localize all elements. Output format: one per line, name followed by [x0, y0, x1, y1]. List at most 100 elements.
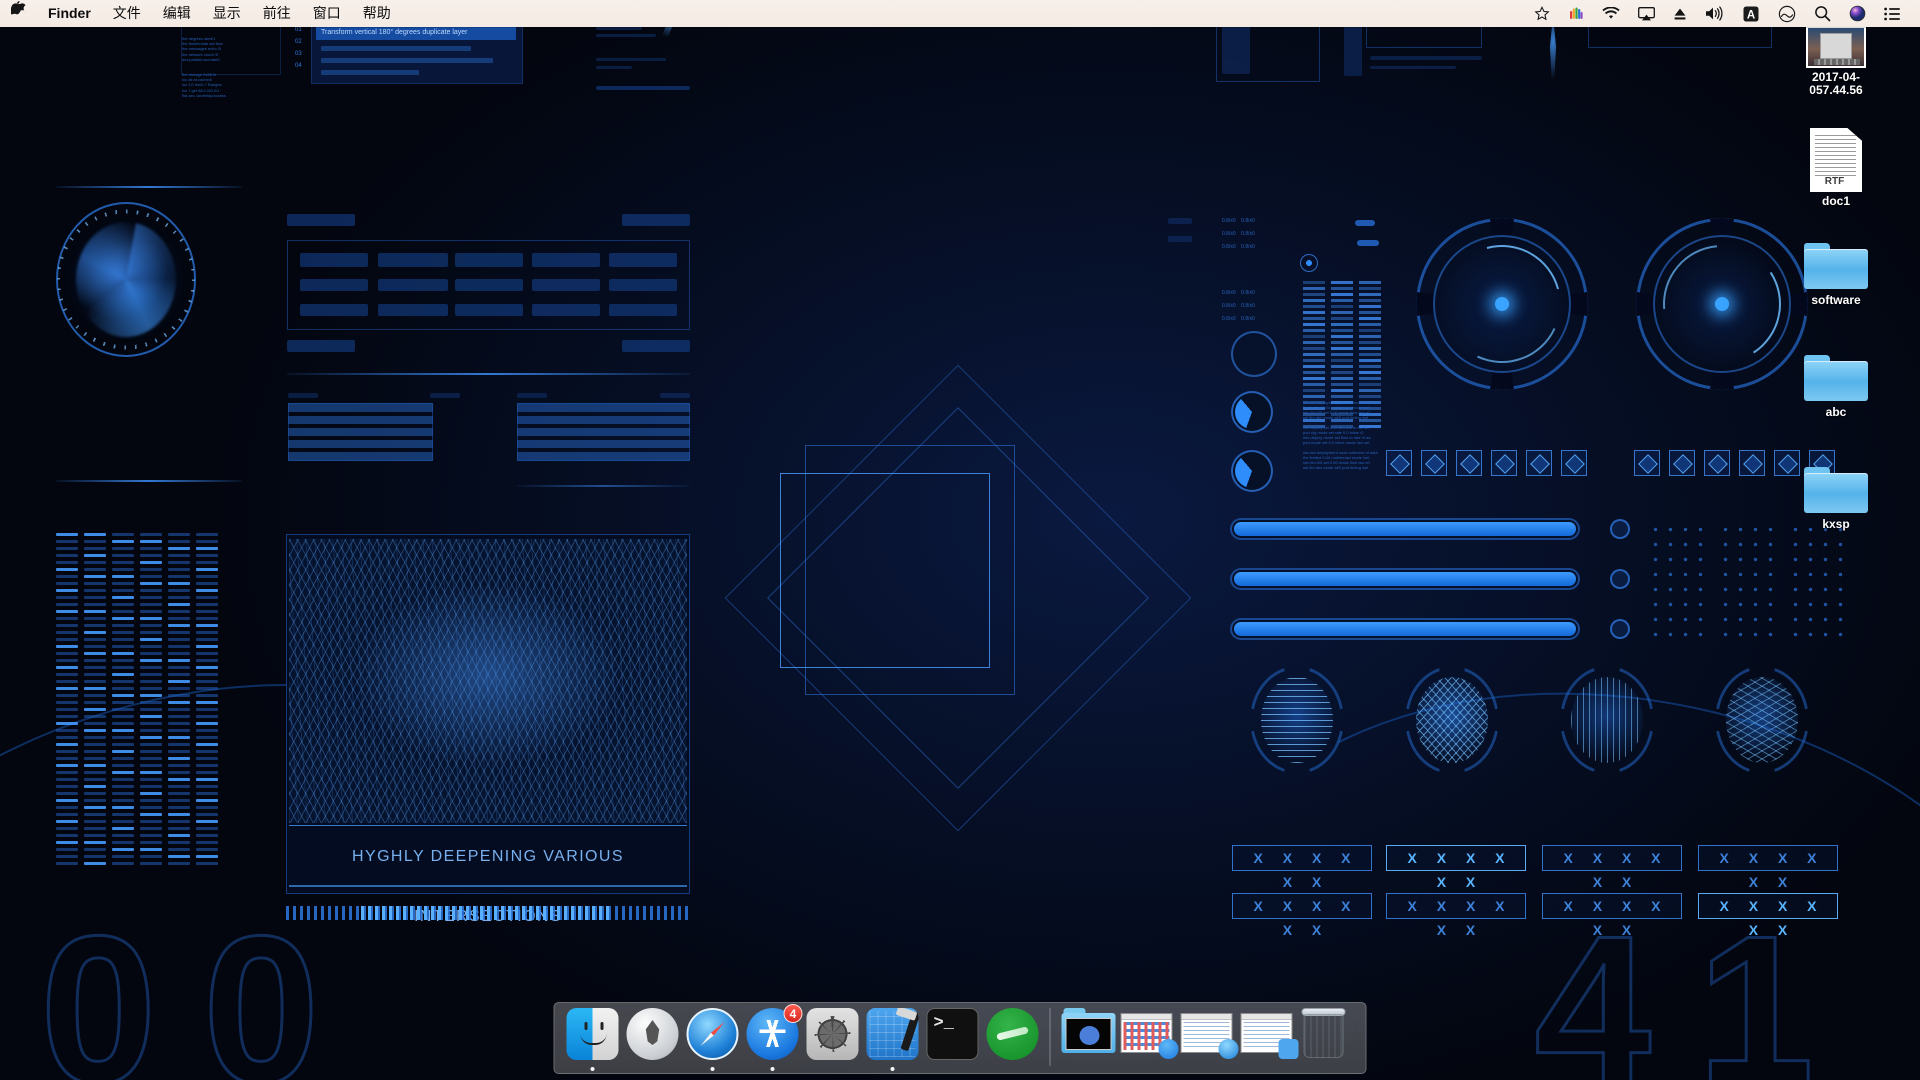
wallpaper-x-cell: X X X X X X [1232, 893, 1372, 938]
wallpaper-x-cell: X X X X X X [1698, 893, 1838, 938]
system-preferences-icon [806, 1008, 859, 1060]
wallpaper-table-footer-left [287, 340, 355, 352]
menu-item-window[interactable]: 窗口 [302, 0, 352, 27]
wallpaper-diamond-cell [1704, 450, 1730, 476]
minimized-window-icon [1120, 1013, 1179, 1059]
dock-item-system-preferences[interactable] [803, 1001, 863, 1073]
wallpaper-top-strip-d [596, 66, 632, 69]
colorful-hand-icon[interactable] [1559, 0, 1593, 27]
wallpaper-ticker-strip [286, 906, 690, 920]
wallpaper-diamond-cell [1386, 450, 1412, 476]
wallpaper-knob-empty [1231, 331, 1277, 377]
desktop-icon-label: software [1811, 293, 1861, 307]
rtf-document-icon: RTF [1810, 128, 1862, 192]
wallpaper-left-rule-bottom [56, 480, 242, 482]
wallpaper-subtable-label-d [660, 393, 690, 398]
desktop-icon-label: abc [1825, 405, 1847, 419]
dock-separator [1049, 1008, 1051, 1066]
desktop-icon-software[interactable]: software [1788, 243, 1884, 309]
wallpaper-progress-knob-1 [1610, 519, 1630, 539]
wallpaper-table-header-left [287, 214, 355, 226]
app-store-badge: 4 [783, 1004, 803, 1023]
menu-item-edit[interactable]: 编辑 [152, 0, 202, 27]
minimized-window-icon [1180, 1013, 1239, 1059]
wallpaper-transform-dialog: Transform vertical 180° degrees duplicat… [311, 22, 523, 84]
menu-item-view[interactable]: 显示 [202, 0, 252, 27]
terminal-icon: >_ [926, 1008, 979, 1060]
wallpaper-diamond-cell [1456, 450, 1482, 476]
desktop-icon-kxsp[interactable]: kxsp [1788, 467, 1884, 533]
eject-icon[interactable] [1664, 0, 1696, 27]
wallpaper-subtable-left [288, 403, 433, 461]
dock-item-launchpad[interactable] [623, 1001, 683, 1073]
wallpaper-pie-gauge-1 [1231, 391, 1273, 433]
launchpad-icon [626, 1008, 679, 1060]
equalizer-column [168, 533, 190, 869]
wallpaper-diamond-figure [724, 364, 1192, 832]
desktop-icon-doc1[interactable]: RTF doc1 [1788, 128, 1884, 210]
menu-item-go[interactable]: 前往 [252, 0, 302, 27]
wallpaper-table-footer-right [622, 340, 690, 352]
equalizer-column [56, 533, 78, 869]
wallpaper-subtable-right [517, 403, 690, 461]
dock-item-safari[interactable] [683, 1001, 743, 1073]
wallpaper-moire-caption: HYGHLY DEEPENING VARIOUS INTERSECTIONS [352, 848, 624, 925]
wallpaper-progress-knob-2 [1610, 569, 1630, 589]
equalizer-column [140, 533, 162, 869]
siri-icon[interactable] [1769, 0, 1805, 27]
volume-icon[interactable] [1696, 0, 1733, 27]
dock-item-terminal[interactable]: >_ [923, 1001, 983, 1073]
wallpaper-x-cell: X X X X X X [1542, 893, 1682, 938]
input-source-icon[interactable]: A [1733, 0, 1769, 27]
wallpaper-diamond-cell [1669, 450, 1695, 476]
dock-item-green-app[interactable] [983, 1001, 1043, 1073]
trash-icon [1301, 1008, 1354, 1060]
wallpaper-dot-grid-3 [1788, 522, 1848, 644]
dock-item-minimized-safari-window[interactable] [1178, 1001, 1239, 1073]
svg-text:A: A [1747, 9, 1755, 21]
desktop-icon-abc[interactable]: abc [1788, 355, 1884, 421]
wallpaper-radar-dial-left [1416, 218, 1588, 390]
minimized-window-icon [1240, 1013, 1299, 1059]
dock-item-minimized-xcode-window[interactable] [1238, 1001, 1299, 1073]
desktop-icon-screenshot[interactable]: 2017-04-057.44.56 [1788, 26, 1884, 99]
menu-item-file[interactable]: 文件 [102, 0, 152, 27]
spotlight-search-icon[interactable] [1805, 0, 1840, 27]
wallpaper-right-chip-b [1355, 220, 1375, 226]
dock-item-xcode[interactable] [863, 1001, 923, 1073]
dock-item-minimized-app-store-window[interactable] [1118, 1001, 1179, 1073]
dock-item-finder[interactable] [563, 1001, 623, 1073]
wallpaper-top-right-line-b [1370, 56, 1482, 60]
folder-icon [1804, 243, 1868, 291]
wallpaper-diamond-cell [1526, 450, 1552, 476]
wifi-icon[interactable] [1593, 0, 1629, 27]
wallpaper-x-cell: X X X X X X [1386, 893, 1526, 938]
dock-item-app-store[interactable]: 4 [743, 1001, 803, 1073]
wallpaper-radar-dial-right [1636, 218, 1808, 390]
folder-icon [1804, 467, 1868, 515]
wallpaper-moire-divider [289, 825, 687, 826]
notification-center-icon[interactable] [1875, 0, 1910, 27]
airplay-icon[interactable] [1629, 0, 1664, 27]
menu-item-finder[interactable]: Finder [37, 0, 102, 27]
equalizer-column [112, 533, 134, 869]
user-avatar-icon[interactable] [1840, 0, 1875, 27]
wallpaper-x-cell: X X X X X X [1232, 845, 1372, 890]
wallpaper-top-left-card-a [181, 20, 281, 75]
folder-icon [1804, 355, 1868, 403]
wallpaper-top-strip-e [596, 86, 690, 90]
desktop-icon-label: 2017-04-057.44.56 [1809, 70, 1863, 97]
wallpaper-diamond-cell [1491, 450, 1517, 476]
desktop-icon-label: doc1 [1821, 194, 1850, 208]
menu-item-help[interactable]: 帮助 [352, 0, 402, 27]
dock-item-downloads-stack[interactable] [1058, 1001, 1118, 1073]
equalizer-column [196, 533, 218, 869]
apple-logo-icon[interactable] [0, 0, 37, 27]
wallpaper-dot-grid-1 [1648, 522, 1708, 644]
wallpaper-top-right-line-d [1222, 24, 1250, 74]
wallpaper-subtable-label-a [288, 393, 318, 398]
green-app-icon [986, 1008, 1039, 1060]
dock-item-trash[interactable] [1298, 1001, 1358, 1073]
dock: 4 >_ [553, 1001, 1367, 1074]
star-icon[interactable] [1525, 0, 1559, 27]
